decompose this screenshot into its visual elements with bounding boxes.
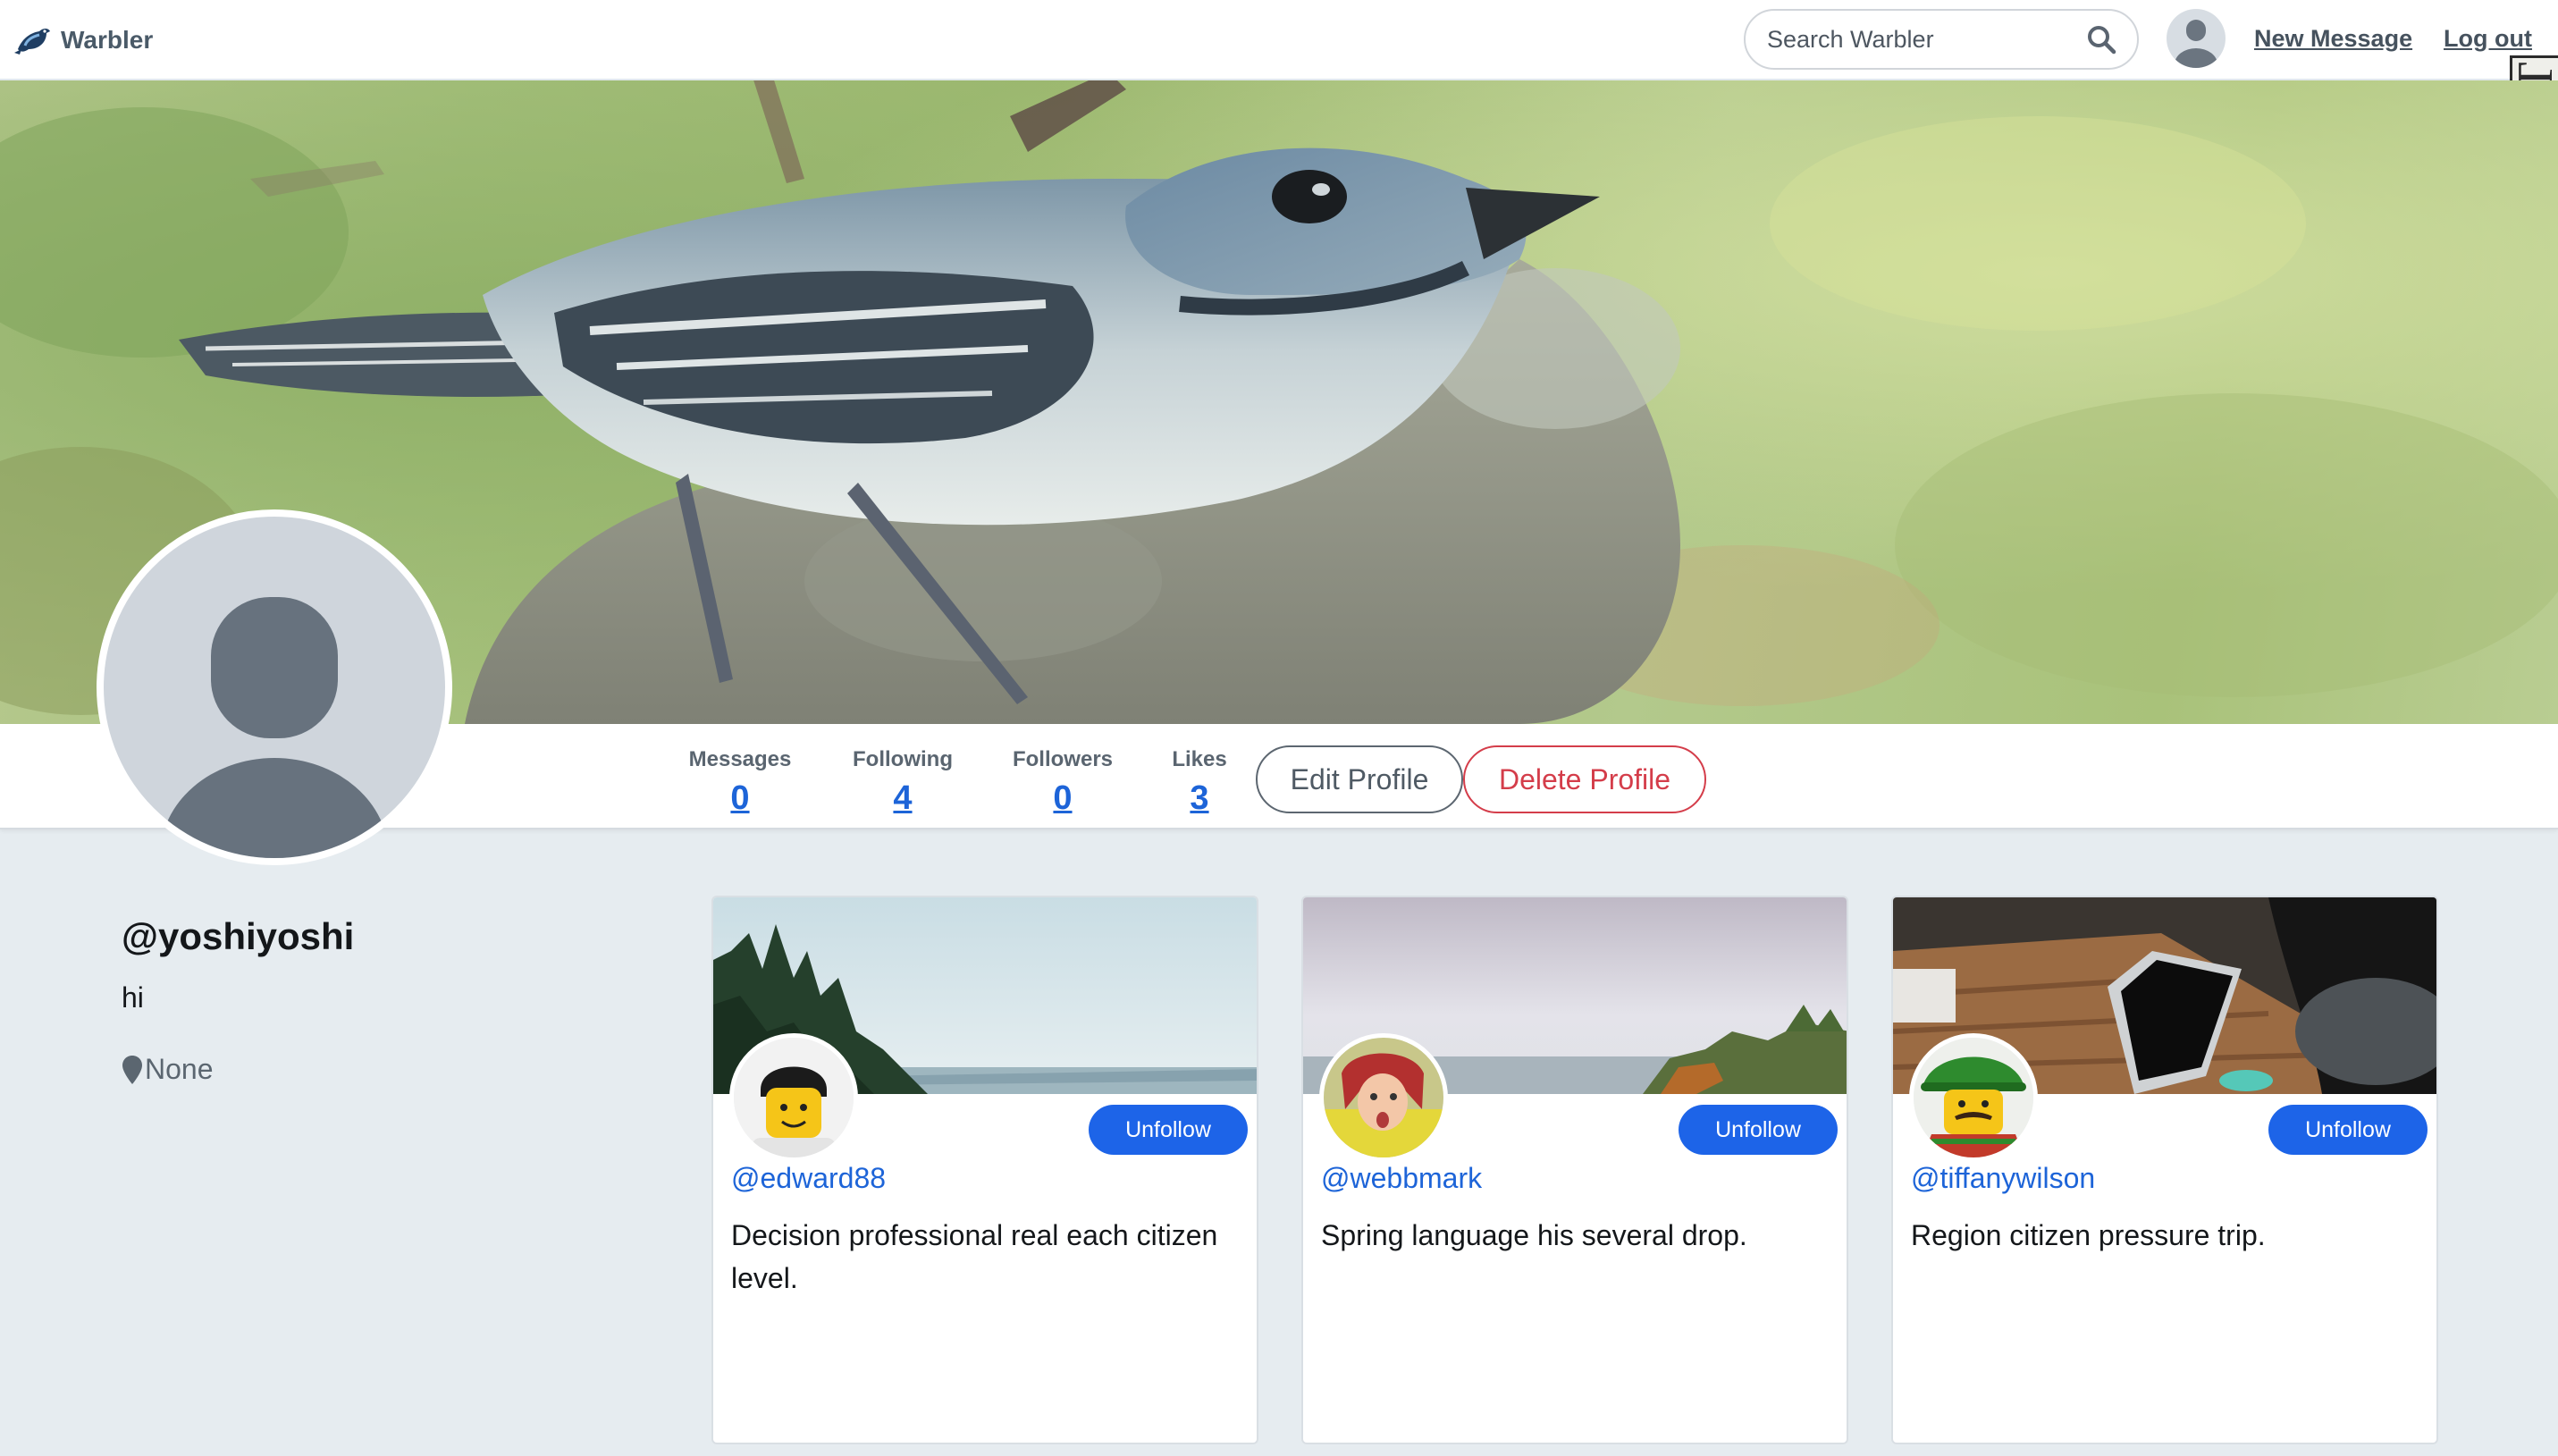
stat-following-count[interactable]: 4 xyxy=(846,779,960,818)
profile-username: @yoshiyoshi xyxy=(122,915,355,957)
unfollow-button[interactable]: Unfollow xyxy=(2268,1105,2428,1155)
default-user-icon xyxy=(2175,20,2217,68)
profile-bio: hi xyxy=(122,981,144,1014)
card-avatar[interactable] xyxy=(1319,1033,1448,1162)
profile-avatar xyxy=(97,509,452,865)
stat-messages-label: Messages xyxy=(688,747,792,771)
lego-figure-avatar xyxy=(734,1038,854,1157)
following-card: Unfollow @webbmark Spring language his s… xyxy=(1301,896,1848,1444)
card-avatar[interactable] xyxy=(1909,1033,2038,1162)
delete-profile-button[interactable]: Delete Profile xyxy=(1463,745,1706,813)
stat-messages: Messages 0 xyxy=(681,747,799,818)
lego-figure-avatar xyxy=(1914,1038,2033,1157)
following-card: Unfollow @edward88 Decision professional… xyxy=(711,896,1258,1444)
card-username-link[interactable]: @edward88 xyxy=(731,1162,886,1195)
stat-messages-count[interactable]: 0 xyxy=(681,779,799,818)
card-bio: Region citizen pressure trip. xyxy=(1911,1219,2266,1251)
unfollow-button[interactable]: Unfollow xyxy=(1679,1105,1838,1155)
default-user-icon xyxy=(160,597,389,858)
card-bio: Spring language his several drop. xyxy=(1321,1219,1747,1251)
search-input[interactable] xyxy=(1767,25,2085,54)
brand-link[interactable]: Warbler xyxy=(13,20,153,61)
top-navbar: Warbler New Message Log out xyxy=(0,0,2558,80)
card-avatar[interactable] xyxy=(729,1033,858,1162)
stat-followers: Followers 0 xyxy=(1006,747,1119,818)
profile-location-text: None xyxy=(145,1053,214,1085)
card-username-link[interactable]: @webbmark xyxy=(1321,1162,1482,1195)
user-photo-avatar xyxy=(1324,1038,1443,1157)
unfollow-button[interactable]: Unfollow xyxy=(1089,1105,1248,1155)
brand-name: Warbler xyxy=(61,26,154,54)
card-bio: Decision professional real each citizen … xyxy=(731,1219,1218,1294)
search-box xyxy=(1744,9,2139,70)
stat-likes-count[interactable]: 3 xyxy=(1164,779,1235,818)
stat-following-label: Following xyxy=(853,747,953,771)
card-username-link[interactable]: @tiffanywilson xyxy=(1911,1162,2095,1195)
warbler-bird-icon xyxy=(14,29,50,55)
nav-user-avatar[interactable] xyxy=(2167,9,2226,68)
stat-likes-label: Likes xyxy=(1172,747,1227,771)
following-card: Unfollow @tiffanywilson Region citizen p… xyxy=(1891,896,2438,1444)
stat-followers-count[interactable]: 0 xyxy=(1006,779,1119,818)
edit-profile-button[interactable]: Edit Profile xyxy=(1256,745,1463,813)
profile-location: None xyxy=(122,1053,214,1086)
stat-likes: Likes 3 xyxy=(1164,747,1235,818)
search-icon[interactable] xyxy=(2085,23,2117,55)
stat-followers-label: Followers xyxy=(1012,747,1114,771)
logout-link[interactable]: Log out xyxy=(2444,25,2532,53)
map-pin-icon xyxy=(122,1055,142,1084)
stat-following: Following 4 xyxy=(846,747,960,818)
new-message-link[interactable]: New Message xyxy=(2254,25,2412,53)
